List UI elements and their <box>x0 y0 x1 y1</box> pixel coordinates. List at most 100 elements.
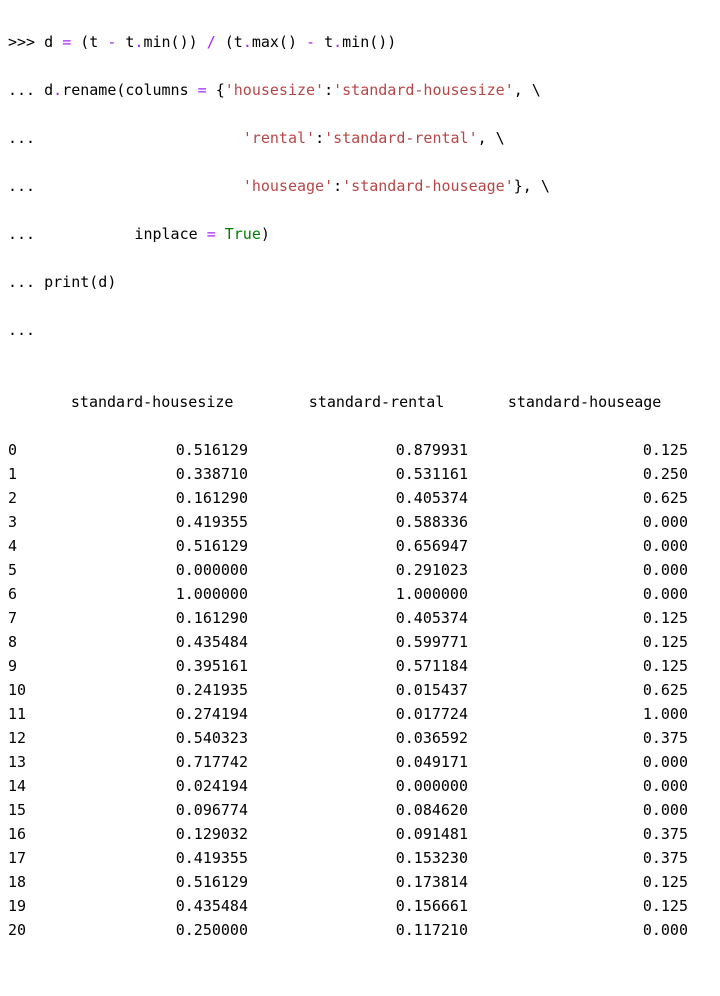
string-literal: 'houseage' <box>243 177 333 195</box>
code-text: , \ <box>478 129 505 147</box>
cell-housesize: 0.516129 <box>48 870 248 894</box>
column-header: standard-rental <box>285 390 484 414</box>
string-literal: 'standard-houseage' <box>342 177 514 195</box>
code-text: ) <box>261 225 270 243</box>
cell-rental: 0.531161 <box>268 462 468 486</box>
cell-houseage: 0.000 <box>488 534 688 558</box>
cell-rental: 0.017724 <box>268 702 468 726</box>
cell-rental: 0.173814 <box>268 870 468 894</box>
row-index: 16 <box>8 822 48 846</box>
cell-rental: 0.588336 <box>268 510 468 534</box>
cell-houseage: 0.375 <box>488 726 688 750</box>
code-text: min()) <box>143 33 206 51</box>
cell-rental: 0.049171 <box>268 750 468 774</box>
row-index: 17 <box>8 846 48 870</box>
cell-rental: 0.879931 <box>268 438 468 462</box>
cell-rental: 0.571184 <box>268 654 468 678</box>
code-text: t <box>116 33 134 51</box>
header-index-spacer <box>8 390 47 414</box>
cell-housesize: 0.419355 <box>48 846 248 870</box>
code-line-1: >>> d = (t - t.min()) / (t.max() - t.min… <box>8 30 712 54</box>
cell-housesize: 0.435484 <box>48 894 248 918</box>
cell-rental: 0.117210 <box>268 918 468 942</box>
row-index: 0 <box>8 438 48 462</box>
colon: : <box>333 177 342 195</box>
code-text: max() <box>252 33 306 51</box>
colon: : <box>315 129 324 147</box>
row-index: 3 <box>8 510 48 534</box>
cell-rental: 0.000000 <box>268 774 468 798</box>
cell-houseage: 0.000 <box>488 798 688 822</box>
code-line-7: ... <box>8 318 712 342</box>
prompt-primary: >>> <box>8 33 35 51</box>
cell-housesize: 0.161290 <box>48 486 248 510</box>
data-column-rental: 0.8799310.5311610.4053740.5883360.656947… <box>268 438 468 942</box>
keyword-true: True <box>225 225 261 243</box>
op-dot: . <box>53 81 62 99</box>
data-column-houseage: 0.1250.2500.6250.0000.0000.0000.0000.125… <box>488 438 688 942</box>
cell-houseage: 0.125 <box>488 438 688 462</box>
cell-housesize: 0.129032 <box>48 822 248 846</box>
code-text: { <box>207 81 225 99</box>
cell-houseage: 0.000 <box>488 582 688 606</box>
string-literal: 'standard-rental' <box>324 129 478 147</box>
code-text: print(d) <box>35 273 116 291</box>
row-index: 5 <box>8 558 48 582</box>
prompt-continuation: ... <box>8 225 35 243</box>
cell-houseage: 0.125 <box>488 630 688 654</box>
row-index: 10 <box>8 678 48 702</box>
cell-housesize: 0.419355 <box>48 510 248 534</box>
cell-houseage: 0.125 <box>488 870 688 894</box>
cell-housesize: 0.435484 <box>48 630 248 654</box>
cell-houseage: 0.000 <box>488 918 688 942</box>
row-index: 14 <box>8 774 48 798</box>
cell-rental: 0.153230 <box>268 846 468 870</box>
code-space <box>216 225 225 243</box>
repl-view: >>> d = (t - t.min()) / (t.max() - t.min… <box>0 0 720 996</box>
cell-housesize: 0.000000 <box>48 558 248 582</box>
prompt-continuation: ... <box>8 273 35 291</box>
table-body: 01234567891011121314151617181920 0.51612… <box>8 438 712 942</box>
cell-houseage: 0.375 <box>488 822 688 846</box>
code-line-4: ... 'houseage':'standard-houseage'}, \ <box>8 174 712 198</box>
code-text: (t <box>216 33 243 51</box>
row-index: 11 <box>8 702 48 726</box>
cell-houseage: 0.000 <box>488 750 688 774</box>
cell-rental: 0.405374 <box>268 486 468 510</box>
cell-housesize: 0.096774 <box>48 798 248 822</box>
prompt-continuation: ... <box>8 321 35 339</box>
cell-rental: 0.156661 <box>268 894 468 918</box>
code-line-2: ... d.rename(columns = {'housesize':'sta… <box>8 78 712 102</box>
cell-rental: 0.036592 <box>268 726 468 750</box>
cell-housesize: 0.274194 <box>48 702 248 726</box>
cell-rental: 1.000000 <box>268 582 468 606</box>
cell-rental: 0.084620 <box>268 798 468 822</box>
cell-houseage: 0.000 <box>488 510 688 534</box>
cell-houseage: 0.250 <box>488 462 688 486</box>
column-header: standard-houseage <box>484 390 712 414</box>
code-pad: inplace <box>35 225 207 243</box>
op-dot: . <box>243 33 252 51</box>
cell-housesize: 0.516129 <box>48 534 248 558</box>
index-column: 01234567891011121314151617181920 <box>8 438 48 942</box>
row-index: 6 <box>8 582 48 606</box>
cell-rental: 0.656947 <box>268 534 468 558</box>
colon: : <box>324 81 333 99</box>
op-eq: = <box>62 33 71 51</box>
row-index: 1 <box>8 462 48 486</box>
row-index: 18 <box>8 870 48 894</box>
cell-rental: 0.405374 <box>268 606 468 630</box>
cell-houseage: 0.625 <box>488 486 688 510</box>
output-table: standard-housesizestandard-rentalstandar… <box>8 366 712 966</box>
code-text: }, \ <box>514 177 550 195</box>
cell-houseage: 0.125 <box>488 606 688 630</box>
cell-houseage: 1.000 <box>488 702 688 726</box>
code-text: d <box>35 33 62 51</box>
row-index: 9 <box>8 654 48 678</box>
string-literal: 'rental' <box>243 129 315 147</box>
op-div: / <box>207 33 216 51</box>
cell-housesize: 0.395161 <box>48 654 248 678</box>
row-index: 19 <box>8 894 48 918</box>
cell-housesize: 0.161290 <box>48 606 248 630</box>
row-index: 4 <box>8 534 48 558</box>
